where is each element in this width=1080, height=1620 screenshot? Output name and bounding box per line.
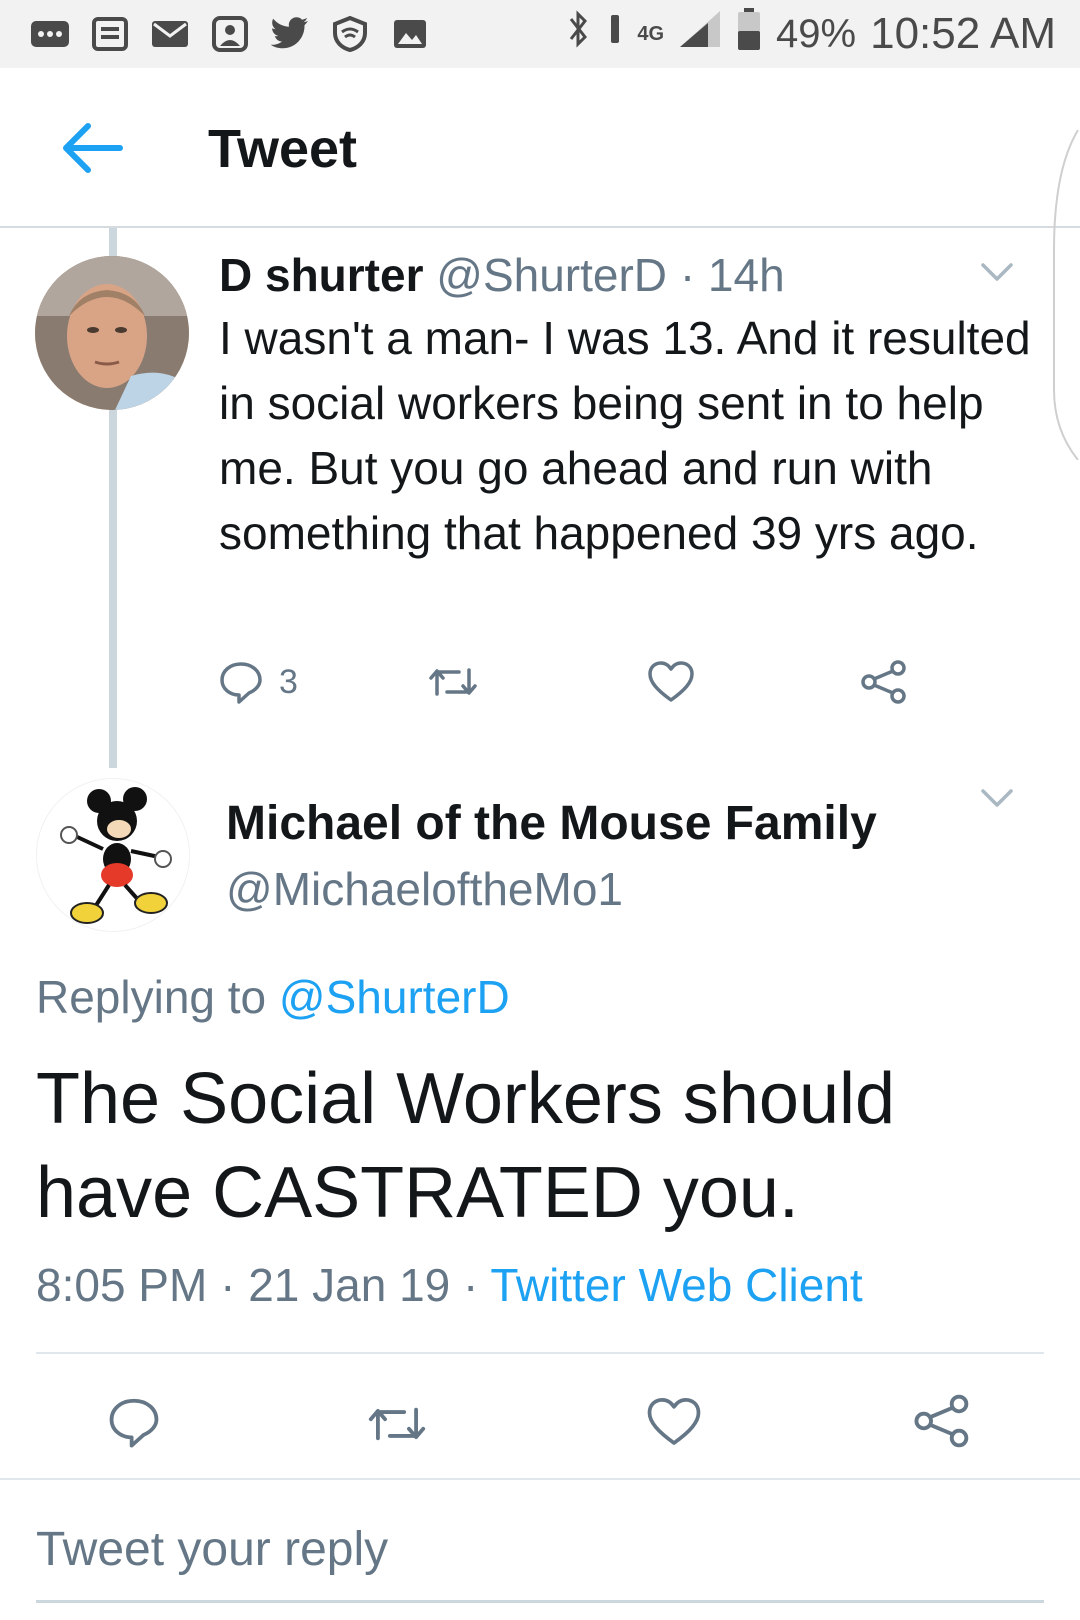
client-link[interactable]: Twitter Web Client [490, 1259, 862, 1311]
vibrate-icon [607, 9, 623, 59]
mail-icon [150, 16, 190, 52]
retweet-button[interactable] [427, 662, 479, 702]
back-button[interactable] [56, 112, 128, 184]
more-notifications-icon [30, 16, 70, 52]
clock: 10:52 AM [870, 9, 1056, 58]
tweet-time: 14h [707, 249, 785, 301]
tweet-metadata: 8:05 PM · 21 Jan 19 · Twitter Web Client [36, 1258, 863, 1312]
retweet-icon [368, 1407, 426, 1441]
retweet-icon [429, 668, 477, 696]
battery-icon [736, 7, 762, 61]
tweet-time: 8:05 PM [36, 1259, 208, 1311]
reply-icon [109, 1398, 159, 1448]
twitter-bird-icon [270, 16, 310, 52]
chevron-down-icon [981, 789, 1013, 807]
share-button[interactable] [861, 660, 907, 704]
avatar[interactable] [36, 778, 190, 932]
separator: · [679, 249, 696, 301]
scroll-edge [1053, 130, 1079, 460]
heart-icon [647, 1397, 701, 1445]
account-icon [210, 16, 250, 52]
tweet-text: I wasn't a man- I was 13. And it resulte… [219, 312, 1031, 559]
like-button[interactable] [647, 660, 695, 704]
heart-icon [648, 661, 694, 702]
like-button[interactable] [646, 1396, 702, 1448]
network-type: 4G [637, 22, 665, 45]
avatar[interactable] [35, 256, 189, 410]
vpn-shield-icon [330, 16, 370, 52]
user-handle[interactable]: @ShurterD [436, 249, 667, 301]
tweet-text: The Social Workers should have CASTRATED… [36, 1059, 896, 1233]
tweet-actions: 3 [219, 660, 959, 720]
tweet-menu-button[interactable] [975, 776, 1019, 820]
replying-label: Replying to [36, 971, 267, 1023]
status-bar: 4G 49% 10:52 AM [0, 0, 1080, 68]
page-title: Tweet [208, 119, 358, 179]
reply-icon [220, 662, 262, 704]
user-handle[interactable]: @MichaeloftheMo1 [226, 862, 623, 916]
separator: · [463, 1259, 479, 1311]
battery-percent: 49% [776, 11, 857, 56]
gallery-icon [390, 16, 430, 52]
bluetooth-icon [563, 9, 593, 59]
share-icon [861, 660, 906, 704]
display-name[interactable]: Michael of the Mouse Family [226, 796, 877, 851]
separator: · [220, 1259, 236, 1311]
reply-count: 3 [279, 662, 298, 701]
arrow-left-icon [63, 123, 123, 173]
mention-link[interactable]: @ShurterD [279, 971, 510, 1023]
notification-icons [30, 16, 430, 52]
reply-button[interactable] [108, 1396, 160, 1448]
signal-icon [678, 9, 722, 59]
divider [36, 1352, 1044, 1354]
display-name[interactable]: D shurter [219, 249, 423, 301]
divider [0, 1478, 1080, 1480]
app-bar: Tweet [0, 68, 1080, 228]
tweet-date: 21 Jan 19 [248, 1259, 451, 1311]
chevron-down-icon [981, 263, 1013, 281]
reply-input[interactable]: Tweet your reply [36, 1522, 388, 1577]
reply-button[interactable]: 3 [219, 660, 298, 704]
system-status: 4G 49% 10:52 AM [563, 7, 1056, 61]
share-button[interactable] [914, 1394, 970, 1448]
share-icon [914, 1394, 969, 1448]
reply-input-underline [36, 1600, 1044, 1603]
replying-to: Replying to @ShurterD [36, 970, 510, 1024]
tweet-menu-button[interactable] [975, 250, 1019, 294]
retweet-button[interactable] [366, 1400, 428, 1448]
news-icon [90, 16, 130, 52]
tweet-header: D shurter @ShurterD · 14h [219, 248, 785, 302]
